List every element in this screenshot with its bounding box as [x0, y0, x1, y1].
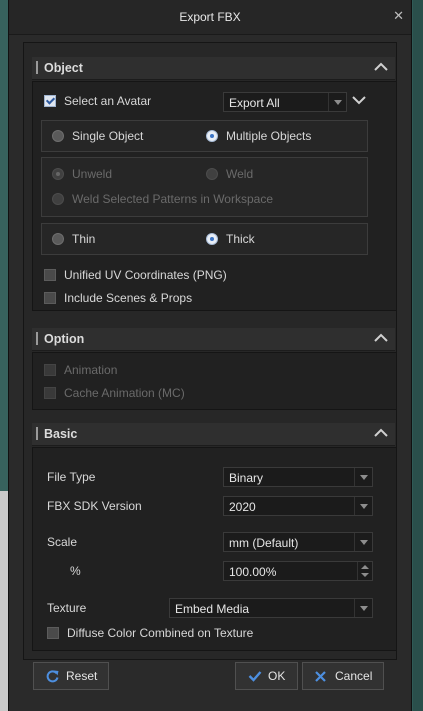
chevron-up-icon[interactable] [374, 62, 388, 71]
spinner-arrows-icon[interactable] [357, 562, 372, 580]
checkbox-icon[interactable] [44, 268, 56, 281]
multiple-objects-radio[interactable]: Multiple Objects [206, 127, 311, 145]
cache-animation-label: Cache Animation (MC) [64, 386, 185, 400]
checkbox-checked-icon[interactable] [44, 94, 56, 107]
chevron-up-icon[interactable] [374, 333, 388, 342]
ok-label: OK [268, 669, 286, 683]
cancel-button[interactable]: Cancel [302, 662, 384, 690]
weld-radio[interactable]: Weld [206, 165, 253, 183]
scale-dropdown[interactable]: mm (Default) [223, 532, 373, 552]
weld-group: Unweld Weld Weld Selected Patterns in Wo… [41, 157, 368, 217]
weld-label: Weld [226, 167, 254, 181]
diffuse-color-checkbox[interactable]: Diffuse Color Combined on Texture [47, 624, 253, 642]
dropdown-arrow-icon[interactable] [354, 468, 372, 486]
unified-uv-checkbox[interactable]: Unified UV Coordinates (PNG) [44, 266, 227, 284]
radio-disabled-selected-icon [52, 167, 64, 180]
section-title-option: Option [44, 332, 85, 346]
texture-label: Texture [47, 601, 87, 615]
checkbox-icon[interactable] [47, 626, 59, 639]
reset-button[interactable]: Reset [33, 662, 109, 690]
single-object-radio[interactable]: Single Object [52, 127, 143, 145]
unweld-radio[interactable]: Unweld [52, 165, 112, 183]
checkbox-icon[interactable] [44, 291, 56, 304]
weld-selected-label: Weld Selected Patterns in Workspace [72, 192, 273, 206]
title-bar: Export FBX ✕ [9, 0, 411, 35]
percent-label: % [70, 564, 81, 578]
sdk-version-dropdown[interactable]: 2020 [223, 496, 373, 516]
single-object-label: Single Object [72, 129, 144, 143]
weld-selected-radio[interactable]: Weld Selected Patterns in Workspace [52, 190, 273, 208]
section-title-object: Object [44, 61, 83, 75]
file-type-value: Binary [229, 471, 264, 485]
thick-radio[interactable]: Thick [206, 230, 255, 248]
export-fbx-dialog: Export FBX ✕ Object Select an Avatar Exp… [8, 0, 412, 711]
sdk-version-value: 2020 [229, 500, 256, 514]
percent-spinbox[interactable]: 100.00% [223, 561, 373, 581]
dropdown-arrow-icon[interactable] [354, 533, 372, 551]
dropdown-arrow-icon[interactable] [328, 93, 346, 111]
dialog-content: Object Select an Avatar Export All Singl… [23, 42, 397, 660]
scale-value: mm (Default) [229, 536, 299, 550]
chevron-down-icon[interactable] [352, 96, 366, 105]
select-avatar-label: Select an Avatar [64, 94, 152, 108]
basic-panel: File Type Binary FBX SDK Version 2020 Sc… [32, 447, 397, 651]
cache-animation-checkbox[interactable]: Cache Animation (MC) [44, 384, 185, 402]
unweld-label: Unweld [72, 167, 113, 181]
thick-label: Thick [226, 232, 255, 246]
object-panel: Select an Avatar Export All Single Objec… [32, 81, 397, 311]
background-bottom-left [0, 491, 8, 711]
section-marker [36, 427, 38, 440]
section-header-basic[interactable]: Basic [32, 423, 395, 446]
include-scenes-label: Include Scenes & Props [64, 291, 193, 305]
section-marker [36, 332, 38, 345]
export-all-dropdown[interactable]: Export All [223, 92, 347, 112]
radio-selected-icon[interactable] [206, 129, 218, 142]
checkbox-disabled-icon [44, 363, 56, 376]
sdk-version-label: FBX SDK Version [47, 499, 142, 513]
radio-selected-icon[interactable] [206, 232, 218, 245]
texture-dropdown[interactable]: Embed Media [169, 598, 373, 618]
animation-checkbox[interactable]: Animation [44, 361, 117, 379]
radio-icon[interactable] [52, 129, 64, 142]
file-type-dropdown[interactable]: Binary [223, 467, 373, 487]
file-type-label: File Type [47, 470, 96, 484]
background-right [413, 0, 423, 711]
option-panel: Animation Cache Animation (MC) [32, 352, 397, 410]
animation-label: Animation [64, 363, 118, 377]
dialog-title: Export FBX [179, 10, 241, 24]
thin-label: Thin [72, 232, 96, 246]
export-all-value: Export All [229, 96, 280, 110]
dropdown-arrow-icon[interactable] [354, 497, 372, 515]
close-icon[interactable]: ✕ [393, 8, 404, 24]
section-header-option[interactable]: Option [32, 328, 395, 351]
reset-icon [46, 670, 59, 683]
unified-uv-label: Unified UV Coordinates (PNG) [64, 268, 227, 282]
texture-value: Embed Media [175, 602, 250, 616]
diffuse-color-label: Diffuse Color Combined on Texture [67, 626, 254, 640]
ok-button[interactable]: OK [235, 662, 298, 690]
thin-radio[interactable]: Thin [52, 230, 95, 248]
section-title-basic: Basic [44, 427, 78, 441]
cancel-label: Cancel [335, 669, 373, 683]
include-scenes-checkbox[interactable]: Include Scenes & Props [44, 289, 192, 307]
reset-label: Reset [66, 669, 98, 683]
radio-disabled-icon [52, 192, 64, 205]
chevron-up-icon[interactable] [374, 428, 388, 437]
checkmark-icon [248, 671, 262, 682]
x-icon [315, 671, 326, 682]
percent-value: 100.00% [229, 565, 277, 579]
section-marker [36, 61, 38, 74]
checkbox-disabled-icon [44, 386, 56, 399]
multiple-objects-label: Multiple Objects [226, 129, 312, 143]
radio-disabled-icon [206, 167, 218, 180]
radio-icon[interactable] [52, 232, 64, 245]
select-avatar-checkbox[interactable]: Select an Avatar [44, 92, 151, 110]
thickness-group: Thin Thick [41, 223, 368, 255]
dropdown-arrow-icon[interactable] [354, 599, 372, 617]
scale-label: Scale [47, 535, 78, 549]
section-header-object[interactable]: Object [32, 57, 395, 80]
object-mode-group: Single Object Multiple Objects [41, 120, 368, 152]
